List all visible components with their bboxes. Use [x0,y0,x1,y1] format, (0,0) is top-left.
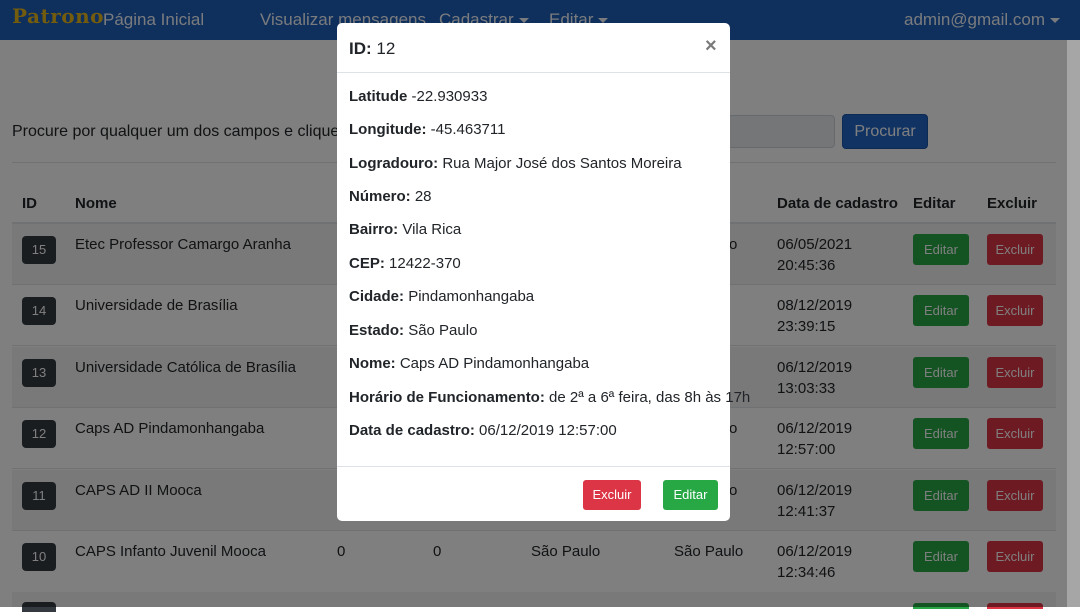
detail-estado: Estado: São Paulo [349,322,477,339]
detail-numero: Número: 28 [349,188,432,205]
detail-longitude: Longitude: -45.463711 [349,121,505,138]
detail-label: Data de cadastro: [349,422,475,439]
details-modal: ID: 12 × Latitude -22.930933 Longitude: … [337,23,750,521]
detail-value: Pindamonhangaba [408,288,535,305]
modal-edit-button[interactable]: Editar [663,480,718,510]
detail-value: de 2ª a 6ª feira, das 8h às 17h [549,389,751,406]
detail-horario: Horário de Funcionamento: de 2ª a 6ª fei… [349,389,750,406]
detail-value: São Paulo [408,322,478,339]
detail-latitude: Latitude -22.930933 [349,88,487,105]
modal-title-value: 12 [376,39,396,58]
detail-value: Caps AD Pindamonhangaba [399,355,590,372]
detail-value: 06/12/2019 12:57:00 [479,422,617,439]
close-icon[interactable]: × [705,35,717,58]
modal-delete-button[interactable]: Excluir [583,480,641,510]
detail-logradouro: Logradouro: Rua Major José dos Santos Mo… [349,155,682,172]
detail-value: -45.463711 [430,121,506,138]
detail-label: Latitude [349,88,408,105]
detail-value: Vila Rica [402,221,462,238]
detail-cidade: Cidade: Pindamonhangaba [349,288,534,305]
modal-title: ID: 12 [349,39,395,59]
detail-value: Rua Major José dos Santos Moreira [442,155,682,172]
detail-label: Bairro: [349,221,399,238]
detail-label: Cidade: [349,288,405,305]
detail-nome: Nome: Caps AD Pindamonhangaba [349,355,589,372]
modal-header: ID: 12 × [337,23,730,73]
detail-value: 12422-370 [389,255,461,272]
detail-label: Número: [349,188,411,205]
scrollbar[interactable] [1067,40,1080,607]
detail-value: -22.930933 [411,88,488,105]
detail-cep: CEP: 12422-370 [349,255,461,272]
detail-label: CEP: [349,255,385,272]
detail-label: Horário de Funcionamento: [349,389,545,406]
detail-label: Estado: [349,322,405,339]
detail-label: Logradouro: [349,155,439,172]
detail-label: Longitude: [349,121,427,138]
detail-label: Nome: [349,355,396,372]
detail-bairro: Bairro: Vila Rica [349,221,461,238]
modal-title-label: ID: [349,39,372,58]
detail-value: 28 [414,188,432,205]
detail-data-cadastro: Data de cadastro: 06/12/2019 12:57:00 [349,422,617,439]
